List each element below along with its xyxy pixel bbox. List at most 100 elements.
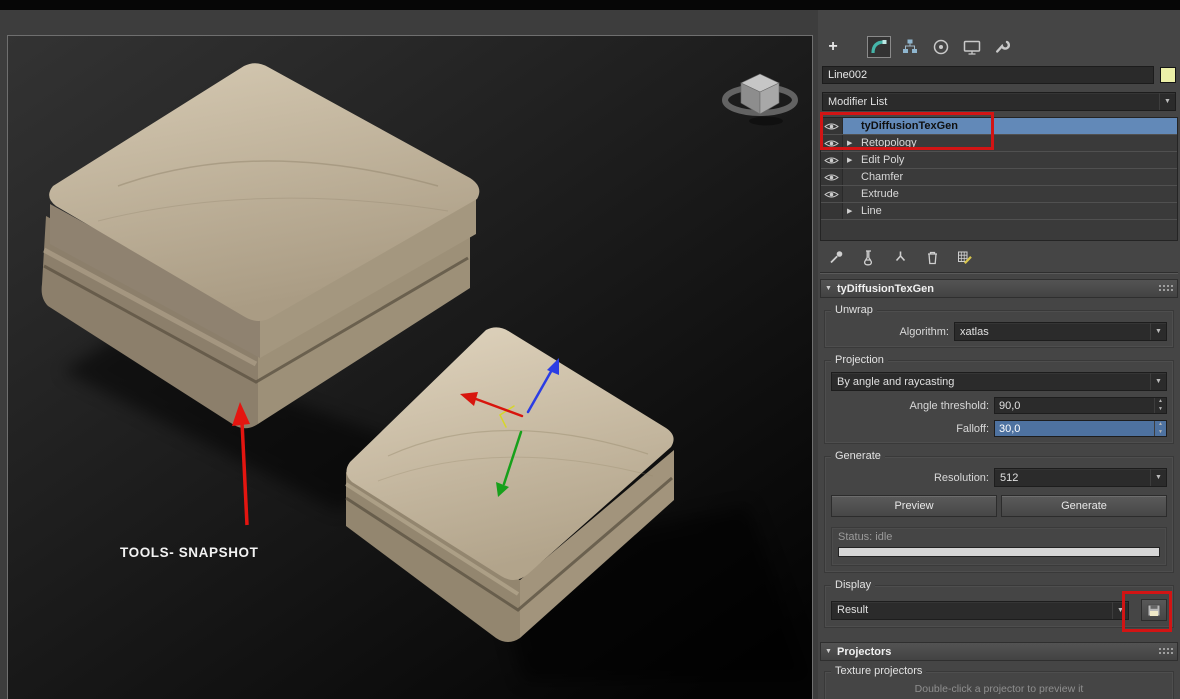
modify-icon bbox=[869, 37, 889, 57]
falloff-label: Falloff: bbox=[831, 423, 989, 435]
tab-utilities[interactable] bbox=[992, 37, 1014, 57]
object-color-swatch[interactable] bbox=[1160, 67, 1176, 83]
chevron-down-icon: ▼ bbox=[1159, 93, 1175, 110]
visibility-eye-icon[interactable] bbox=[821, 169, 843, 185]
stack-item-edit-poly[interactable]: ▶Edit Poly bbox=[821, 152, 1177, 169]
modifier-list-label: Modifier List bbox=[828, 96, 1159, 108]
rollout-title: Projectors bbox=[837, 646, 1159, 658]
stack-item-retopology[interactable]: ▶Retopology bbox=[821, 135, 1177, 152]
modifier-name: tyDiffusionTexGen bbox=[859, 120, 958, 132]
create-plus-icon: + bbox=[828, 38, 837, 56]
group-title: Display bbox=[831, 579, 875, 591]
algorithm-dropdown[interactable]: xatlas ▼ bbox=[954, 322, 1167, 341]
pin-stack-button[interactable] bbox=[828, 249, 845, 266]
command-panel: + bbox=[818, 10, 1180, 699]
stack-toolbar bbox=[820, 247, 1178, 267]
modifier-name: Retopology bbox=[859, 137, 917, 149]
falloff-spinner[interactable]: 30,0 ▲▼ bbox=[994, 420, 1167, 437]
viewport-frame: TOOLS- SNAPSHOT bbox=[0, 10, 818, 699]
resolution-value: 512 bbox=[1000, 472, 1150, 484]
stack-item-extrude[interactable]: Extrude bbox=[821, 186, 1177, 203]
command-panel-tabs: + bbox=[822, 36, 1176, 58]
window-top-bar bbox=[0, 0, 1180, 10]
base-object-name: Line bbox=[859, 205, 882, 217]
viewport[interactable]: TOOLS- SNAPSHOT bbox=[8, 36, 812, 699]
status-box: Status: idle bbox=[831, 527, 1167, 566]
spinner-up-icon[interactable]: ▲ bbox=[1155, 398, 1166, 406]
unwrap-group: Unwrap Algorithm: xatlas ▼ bbox=[824, 310, 1174, 348]
group-title: Texture projectors bbox=[831, 665, 926, 677]
save-result-button[interactable] bbox=[1141, 599, 1167, 621]
tab-modify[interactable] bbox=[868, 37, 890, 57]
visibility-eye-icon[interactable] bbox=[821, 118, 843, 134]
show-end-result-button[interactable] bbox=[860, 249, 877, 266]
display-result-value: Result bbox=[837, 604, 1112, 616]
chevron-down-icon: ▼ bbox=[1112, 602, 1128, 619]
collapse-arrow-icon: ▼ bbox=[825, 648, 837, 655]
rollout-projectors-header[interactable]: ▼ Projectors bbox=[820, 642, 1178, 661]
drag-grip-icon[interactable] bbox=[1159, 648, 1173, 655]
tab-display[interactable] bbox=[961, 37, 983, 57]
texture-projectors-group: Texture projectors Double-click a projec… bbox=[824, 671, 1174, 699]
stack-item-chamfer[interactable]: Chamfer bbox=[821, 169, 1177, 186]
configure-sets-icon bbox=[956, 249, 973, 266]
group-title: Generate bbox=[831, 450, 885, 462]
fork-arrows-icon bbox=[892, 249, 909, 266]
generate-group: Generate Resolution: 512 ▼ Preview Gener… bbox=[824, 456, 1174, 573]
group-title: Unwrap bbox=[831, 304, 877, 316]
modifier-stack: tyDiffusionTexGen ▶Retopology ▶Edit Poly… bbox=[820, 117, 1178, 241]
expand-arrow-icon[interactable]: ▶ bbox=[847, 139, 859, 147]
algorithm-label: Algorithm: bbox=[831, 326, 949, 338]
tab-hierarchy[interactable] bbox=[899, 37, 921, 57]
collapse-arrow-icon: ▼ bbox=[825, 285, 837, 292]
expand-arrow-icon[interactable]: ▶ bbox=[847, 156, 859, 164]
chevron-down-icon: ▼ bbox=[1150, 373, 1166, 390]
expand-arrow-icon[interactable]: ▶ bbox=[847, 207, 859, 215]
modifier-name: Chamfer bbox=[859, 171, 903, 183]
tab-create[interactable]: + bbox=[822, 37, 844, 57]
modifier-list-dropdown[interactable]: Modifier List ▼ bbox=[822, 92, 1176, 111]
projection-group: Projection By angle and raycasting ▼ Ang… bbox=[824, 360, 1174, 444]
tab-motion[interactable] bbox=[930, 37, 952, 57]
resolution-dropdown[interactable]: 512 ▼ bbox=[994, 468, 1167, 487]
object-name-row bbox=[822, 66, 1176, 84]
display-icon bbox=[962, 37, 982, 57]
preview-button[interactable]: Preview bbox=[831, 495, 997, 517]
stack-item-line[interactable]: ▶Line bbox=[821, 203, 1177, 220]
projection-mode-value: By angle and raycasting bbox=[837, 376, 1150, 388]
configure-modifier-sets-button[interactable] bbox=[956, 249, 973, 266]
resolution-label: Resolution: bbox=[831, 472, 989, 484]
object-name-input[interactable] bbox=[822, 66, 1154, 84]
modifier-name: Edit Poly bbox=[859, 154, 904, 166]
make-unique-button[interactable] bbox=[892, 249, 909, 266]
stack-item-tydiffusiontexgen[interactable]: tyDiffusionTexGen bbox=[821, 118, 1177, 135]
annotation-label: TOOLS- SNAPSHOT bbox=[120, 545, 259, 560]
remove-modifier-button[interactable] bbox=[924, 249, 941, 266]
utilities-wrench-icon bbox=[993, 37, 1013, 57]
viewport-3d-scene[interactable]: TOOLS- SNAPSHOT bbox=[8, 36, 812, 699]
angle-threshold-spinner[interactable]: 90,0 ▲▼ bbox=[994, 397, 1167, 414]
hierarchy-icon bbox=[900, 37, 920, 57]
divider bbox=[820, 272, 1178, 274]
generate-button[interactable]: Generate bbox=[1001, 495, 1167, 517]
spinner-down-icon[interactable]: ▼ bbox=[1155, 406, 1166, 414]
spinner-down-icon[interactable]: ▼ bbox=[1155, 429, 1166, 437]
display-result-dropdown[interactable]: Result ▼ bbox=[831, 601, 1129, 620]
status-text: Status: idle bbox=[838, 531, 1160, 543]
pin-icon bbox=[828, 249, 845, 266]
visibility-eye-icon[interactable] bbox=[821, 135, 843, 151]
rollout-tydiffusiontexgen-header[interactable]: ▼ tyDiffusionTexGen bbox=[820, 279, 1178, 298]
display-group: Display Result ▼ bbox=[824, 585, 1174, 628]
progress-bar bbox=[838, 547, 1160, 557]
projection-mode-dropdown[interactable]: By angle and raycasting ▼ bbox=[831, 372, 1167, 391]
save-result-icon bbox=[1147, 604, 1161, 617]
projector-hint-text: Double-click a projector to preview it bbox=[831, 683, 1167, 695]
modifier-name: Extrude bbox=[859, 188, 899, 200]
chevron-down-icon: ▼ bbox=[1150, 469, 1166, 486]
visibility-eye-icon[interactable] bbox=[821, 152, 843, 168]
spinner-up-icon[interactable]: ▲ bbox=[1155, 421, 1166, 429]
visibility-eye-icon[interactable] bbox=[821, 186, 843, 202]
angle-threshold-label: Angle threshold: bbox=[831, 400, 989, 412]
test-tube-icon bbox=[860, 249, 877, 266]
drag-grip-icon[interactable] bbox=[1159, 285, 1173, 292]
